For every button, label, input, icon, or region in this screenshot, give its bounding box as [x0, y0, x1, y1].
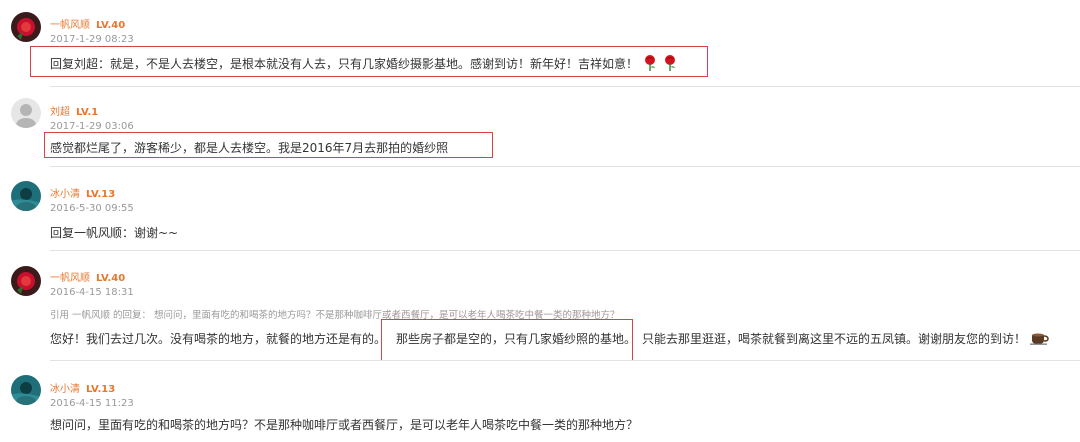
avatar[interactable]: [11, 375, 41, 405]
divider: [50, 360, 1080, 361]
highlight-box: [44, 132, 493, 158]
username-link[interactable]: 冰小清: [50, 384, 80, 395]
red-rose-avatar-icon: [11, 12, 41, 42]
comment-meta: 一帆风顺 LV.40 2017-1-29 08:23: [50, 13, 134, 45]
user-level-badge: LV.13: [86, 384, 116, 395]
teal-photo-avatar-icon: [11, 181, 41, 211]
comment-time: 2016-5-30 09:55: [50, 203, 134, 214]
avatar[interactable]: [11, 266, 41, 296]
user-level-badge: LV.1: [76, 107, 99, 118]
red-rose-avatar-icon: [11, 266, 41, 296]
avatar[interactable]: [11, 98, 41, 128]
comment-text-part: 只能去那里逛逛，喝茶就餐到离这里不远的五凤镇。谢谢朋友您的到访！: [642, 332, 1027, 346]
divider: [50, 166, 1080, 167]
comment-meta: 冰小清 LV.13 2016-4-15 11:23: [50, 377, 134, 409]
user-level-badge: LV.40: [96, 273, 126, 284]
avatar[interactable]: [11, 12, 41, 42]
username-link[interactable]: 一帆风顺: [50, 20, 90, 31]
avatar[interactable]: [11, 181, 41, 211]
default-gray-avatar-icon: [11, 98, 41, 128]
highlight-box: [381, 319, 633, 361]
user-level-badge: LV.13: [86, 189, 116, 200]
comment-time: 2017-1-29 08:23: [50, 34, 134, 45]
comment-meta: 刘超 LV.1 2017-1-29 03:06: [50, 100, 134, 132]
coffee-icon: [1029, 331, 1050, 348]
comment-time: 2016-4-15 11:23: [50, 398, 134, 409]
divider: [50, 250, 1080, 251]
username-link[interactable]: 刘超: [50, 107, 70, 118]
comment-text: 想问问，里面有吃的和喝茶的地方吗？不是那种咖啡厅或者西餐厅，是可以老年人喝茶吃中…: [50, 418, 639, 432]
teal-photo-avatar-icon: [11, 375, 41, 405]
username-link[interactable]: 冰小清: [50, 189, 80, 200]
comment-text-part: 您好！我们去过几次。没有喝茶的地方，就餐的地方还是有的。: [50, 332, 387, 346]
user-level-badge: LV.40: [96, 20, 126, 31]
comment-time: 2017-1-29 03:06: [50, 121, 134, 132]
comment-time: 2016-4-15 18:31: [50, 287, 134, 298]
comment-meta: 一帆风顺 LV.40 2016-4-15 18:31: [50, 266, 134, 298]
divider: [50, 86, 1080, 87]
comment-meta: 冰小清 LV.13 2016-5-30 09:55: [50, 182, 134, 214]
highlight-box: [30, 46, 708, 77]
username-link[interactable]: 一帆风顺: [50, 273, 90, 284]
comment-text: 回复一帆风顺：谢谢~~: [50, 226, 179, 240]
